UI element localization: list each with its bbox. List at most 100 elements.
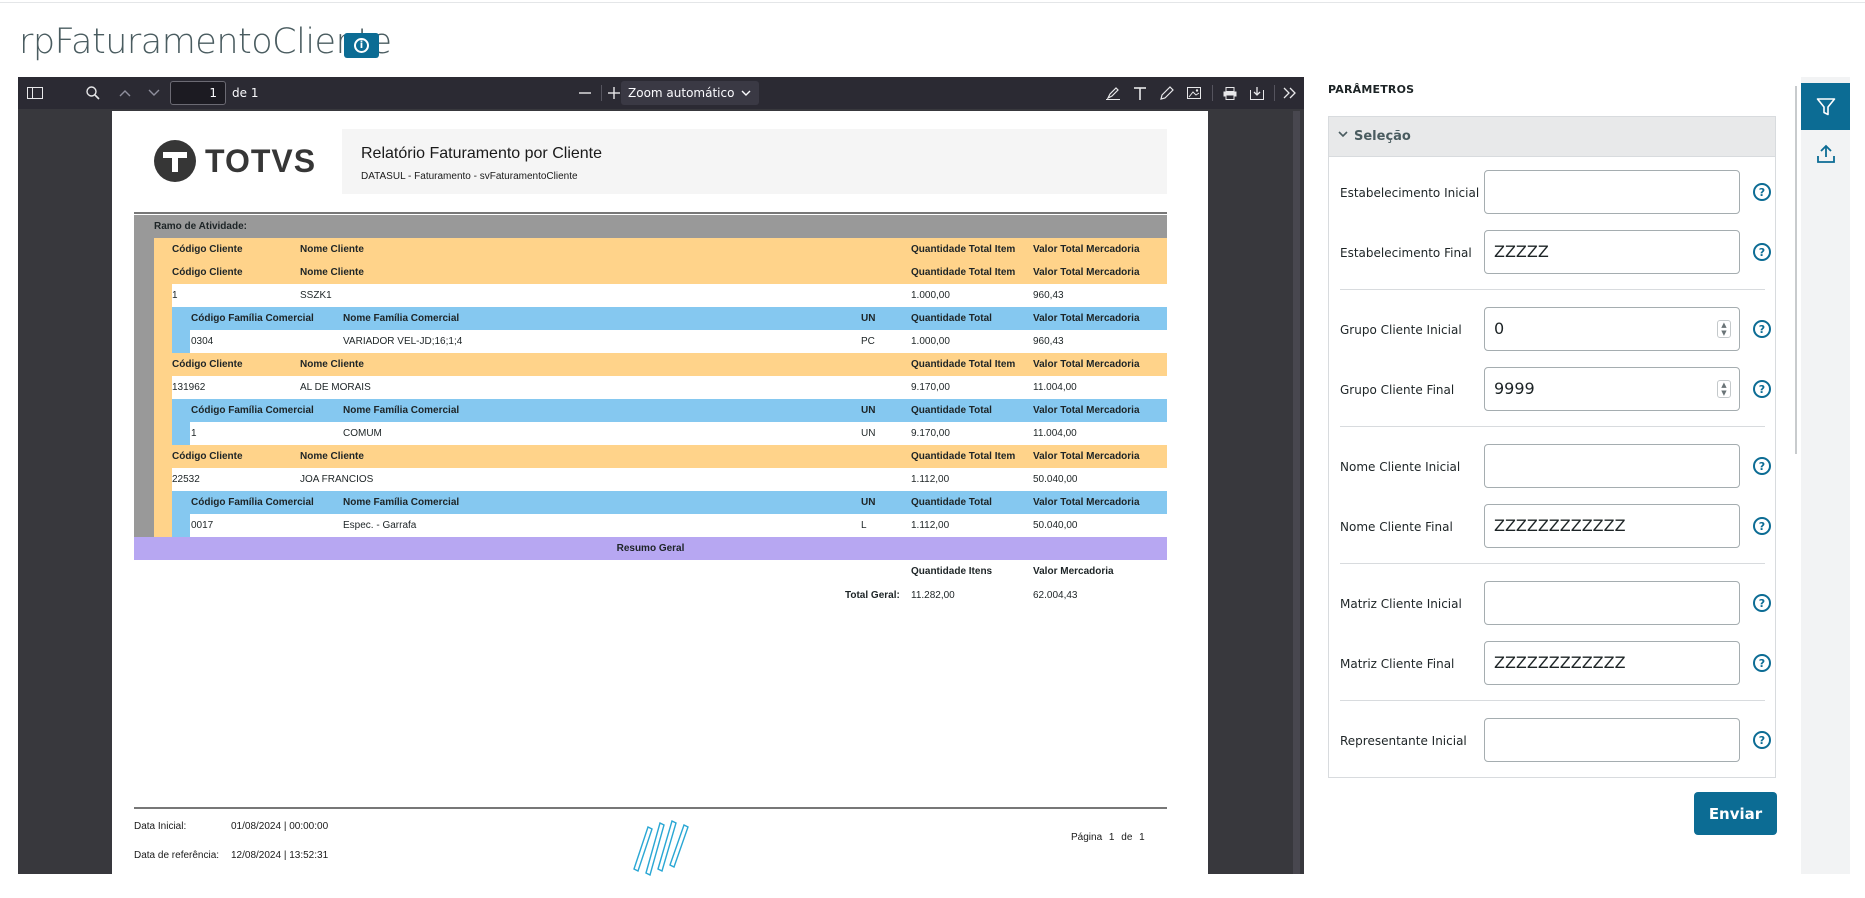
matriz-cliente-inicial-input[interactable] (1484, 581, 1740, 625)
total-label: Total Geral: (845, 590, 900, 601)
field-label: Estabelecimento Inicial (1340, 186, 1480, 200)
divider (1340, 563, 1765, 564)
draw-icon[interactable] (1155, 82, 1179, 104)
client-valor: 960,43 (1033, 290, 1064, 301)
family-valor: 50.040,00 (1033, 520, 1078, 531)
stepper-icon[interactable]: ▲ ▼ (1717, 320, 1731, 338)
viewer-scrollbar[interactable] (1293, 111, 1300, 874)
stepper-icon[interactable]: ▲ ▼ (1717, 380, 1731, 398)
client-nome: AL DE MORAIS (300, 382, 371, 393)
grupo-cliente-inicial-input[interactable]: 0 ▲ ▼ (1484, 307, 1740, 351)
family-row: 0017 Espec. - Garrafa L 1.112,00 50.040,… (134, 514, 1167, 537)
logo-text: TOTVS (205, 142, 317, 179)
col-valor-total: Valor Total Mercadoria (1033, 313, 1140, 324)
client-row: 22532 JOA FRANCIOS 1.112,00 50.040,00 (134, 468, 1167, 491)
help-icon[interactable]: ? (1753, 457, 1771, 475)
field-label: Representante Inicial (1340, 734, 1467, 748)
zoom-out-icon[interactable] (573, 82, 597, 104)
ramo-row: Ramo de Atividade: (134, 215, 1167, 238)
family-qtd: 1.000,00 (911, 336, 950, 347)
pagination-footer: Página 1 de 1 (1071, 832, 1145, 843)
text-tool-icon[interactable] (1128, 82, 1152, 104)
estabelecimento-inicial-input[interactable] (1484, 170, 1740, 214)
col-cod-familia: Código Família Comercial (191, 313, 314, 324)
side-rail (1801, 77, 1850, 874)
zoom-select[interactable]: Zoom automático (621, 81, 759, 105)
send-button[interactable]: Enviar (1694, 792, 1777, 835)
col-nome-familia: Nome Família Comercial (343, 313, 460, 324)
chevron-down-icon (1338, 127, 1348, 142)
field-value: 0 (1494, 319, 1505, 338)
search-icon[interactable] (81, 82, 105, 104)
nome-cliente-inicial-input[interactable] (1484, 444, 1740, 488)
previous-page-icon[interactable] (113, 82, 137, 104)
total-qtd: 11.282,00 (911, 590, 955, 601)
col-valor-total: Valor Total Mercadoria (1033, 244, 1140, 255)
col-codigo-cliente: Código Cliente (172, 244, 243, 255)
client-row: 131962 AL DE MORAIS 9.170,00 11.004,00 (134, 376, 1167, 399)
family-un: UN (861, 428, 876, 439)
filter-icon (1816, 97, 1835, 115)
help-icon[interactable]: ? (1753, 654, 1771, 672)
matriz-cliente-final-input[interactable]: ZZZZZZZZZZZZ (1484, 641, 1740, 685)
col-qtd-total: Quantidade Total (911, 313, 992, 324)
family-row: 1 COMUM UN 9.170,00 11.004,00 (134, 422, 1167, 445)
col-valor-total: Valor Total Mercadoria (1033, 267, 1140, 278)
sidebar-toggle-icon[interactable] (23, 82, 47, 104)
page-number-input[interactable]: 1 (170, 81, 226, 105)
panel-scrollbar[interactable] (1795, 86, 1797, 454)
family-codigo: 1 (191, 428, 197, 439)
header-rule (134, 212, 1167, 214)
col-qtd-total-item: Quantidade Total Item (911, 451, 1016, 462)
resumo-qtd-header: Quantidade Itens (911, 566, 993, 577)
col-un: UN (861, 313, 876, 324)
grupo-cliente-final-input[interactable]: 9999 ▲ ▼ (1484, 367, 1740, 411)
family-header-row: Código Família Comercial Nome Família Co… (134, 491, 1167, 514)
upload-icon (1816, 144, 1835, 163)
image-icon[interactable] (1182, 82, 1206, 104)
col-nome-cliente: Nome Cliente (300, 359, 364, 370)
help-icon[interactable]: ? (1753, 380, 1771, 398)
col-codigo-cliente: Código Cliente (172, 451, 243, 462)
col-nome-familia: Nome Família Comercial (343, 497, 460, 508)
help-icon[interactable]: ? (1753, 183, 1771, 201)
pdf-page: TOTVS Relatório Faturamento por Cliente … (112, 111, 1208, 877)
nome-cliente-final-input[interactable]: ZZZZZZZZZZZZ (1484, 504, 1740, 548)
more-tools-icon[interactable] (1278, 82, 1302, 104)
col-qtd-total: Quantidade Total (911, 497, 992, 508)
section-header[interactable]: Seleção (1329, 117, 1775, 157)
family-row: 0304 VARIADOR VEL-JD;16;1;4 PC 1.000,00 … (134, 330, 1167, 353)
section-title: Seleção (1354, 129, 1411, 144)
info-button[interactable]: i (344, 33, 379, 58)
help-icon[interactable]: ? (1753, 517, 1771, 535)
family-qtd: 1.112,00 (911, 520, 950, 531)
data-inicial: 01/08/2024 | 00:00:00 (231, 821, 329, 832)
print-icon[interactable] (1218, 82, 1242, 104)
chevron-down-icon (741, 81, 751, 105)
download-icon[interactable] (1245, 82, 1269, 104)
estabelecimento-final-input[interactable]: ZZZZZ (1484, 230, 1740, 274)
help-icon[interactable]: ? (1753, 731, 1771, 749)
client-header-row: Código Cliente Nome Cliente Quantidade T… (134, 353, 1167, 376)
help-icon[interactable]: ? (1753, 320, 1771, 338)
page-count: de 1 (232, 86, 259, 100)
family-qtd: 9.170,00 (911, 428, 950, 439)
family-codigo: 0304 (191, 336, 214, 347)
info-icon: i (354, 38, 369, 53)
pagina-atual: 1 (1108, 832, 1115, 843)
filter-button[interactable] (1801, 83, 1850, 130)
highlight-icon[interactable] (1101, 82, 1125, 104)
toolbar-separator (1212, 85, 1213, 101)
help-icon[interactable]: ? (1753, 594, 1771, 612)
export-button[interactable] (1801, 130, 1850, 177)
client-qtd: 1.000,00 (911, 290, 950, 301)
parameters-panel: Seleção Estabelecimento Inicial ? Estabe… (1328, 116, 1776, 778)
help-icon[interactable]: ? (1753, 243, 1771, 261)
next-page-icon[interactable] (142, 82, 166, 104)
col-nome-familia: Nome Família Comercial (343, 405, 460, 416)
col-qtd-total: Quantidade Total (911, 405, 992, 416)
page-title: rpFaturamentoCliente (19, 22, 392, 62)
client-codigo: 131962 (172, 382, 206, 393)
family-nome: VARIADOR VEL-JD;16;1;4 (343, 336, 463, 347)
representante-inicial-input[interactable] (1484, 718, 1740, 762)
